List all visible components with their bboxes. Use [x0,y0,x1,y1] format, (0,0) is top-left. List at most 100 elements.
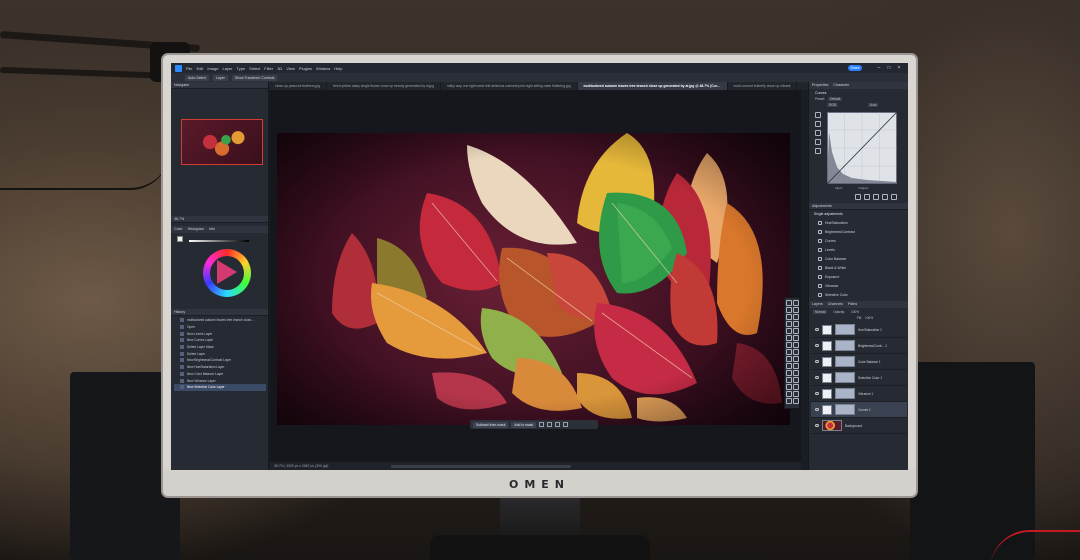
subtract-from-mask-button[interactable]: Subtract from mask [473,421,509,428]
history-brush-tool-icon[interactable] [786,356,792,362]
document-tab[interactable]: milky way one light meat shit delicious … [441,82,578,90]
color-triangle[interactable] [217,260,237,284]
brush-tool-icon[interactable] [786,342,792,348]
menu-file[interactable]: File [186,66,192,71]
adjustment-item[interactable]: Curves [813,236,905,245]
tab-paths[interactable]: Paths [848,301,857,308]
mask-options-icon[interactable] [539,422,545,427]
adjustment-item[interactable]: Vibrance [813,282,905,291]
patch-tool-icon[interactable] [793,335,799,341]
eyedropper-tool-icon[interactable] [786,328,792,334]
pencil-tool-icon[interactable] [793,342,799,348]
menu-layer[interactable]: Layer [222,66,232,71]
crop-tool-icon[interactable] [786,321,792,327]
tab-layers[interactable]: Layers [812,301,823,308]
history-item[interactable]: New Vibrance Layer [174,377,266,384]
frame-tool-icon[interactable] [793,321,799,327]
history-item[interactable]: Delete Layer Mask [174,344,266,351]
menu-edit[interactable]: Edit [196,66,203,71]
tab-histogram[interactable]: Histogram [188,226,204,233]
menu-image[interactable]: Image [207,66,218,71]
tab-properties[interactable]: Properties [812,82,828,89]
tab-color[interactable]: Color [174,226,183,233]
eye-icon[interactable] [815,392,819,395]
history-item[interactable]: Open [174,324,266,331]
layer-mask-thumbnail[interactable] [835,372,855,383]
document-tab[interactable]: multi colored butterfly close up vibrant [728,82,798,90]
menu-select[interactable]: Select [249,66,260,71]
eye-icon[interactable] [815,344,819,347]
eye-icon[interactable] [815,360,819,363]
layer-row[interactable]: Hue/Saturation 1 [811,322,907,338]
clone-stamp-tool-icon[interactable] [786,349,792,355]
menu-filter[interactable]: Filter [264,66,273,71]
eraser-tool-icon[interactable] [793,356,799,362]
pattern-stamp-tool-icon[interactable] [793,349,799,355]
brightness-slider[interactable] [189,240,249,242]
menu-window[interactable]: Window [316,66,330,71]
document-tab[interactable]: fresh yellow daisy single flower close u… [327,82,442,90]
hand-tool-icon[interactable] [786,391,792,397]
reset-icon[interactable] [873,194,879,200]
menu-type[interactable]: Type [237,66,246,71]
background-color-icon[interactable] [793,398,799,404]
autumn-leaves-photo[interactable] [277,133,790,425]
visibility-icon[interactable] [882,194,888,200]
curve-pencil-icon[interactable] [815,148,821,154]
fill-value[interactable]: 100% [865,316,873,320]
auto-select-target-dropdown[interactable]: Layer [213,74,228,81]
adjustment-item[interactable]: Levels [813,245,905,254]
marquee-tool-icon[interactable] [786,307,792,313]
history-item[interactable]: Delete Layer [174,350,266,357]
adjustment-item[interactable]: Hue/Saturation [813,218,905,227]
history-item[interactable]: New Brightness/Contrast Layer [174,357,266,364]
menu-view[interactable]: View [286,66,295,71]
minimize-icon[interactable]: – [876,65,882,71]
artboard-tool-icon[interactable] [793,300,799,306]
layer-thumbnail[interactable] [822,420,842,431]
opacity-value[interactable]: 100% [851,310,859,314]
healing-brush-tool-icon[interactable] [786,335,792,341]
foreground-color-icon[interactable] [786,398,792,404]
ruler-tool-icon[interactable] [793,328,799,334]
layer-row[interactable]: Brightness/Contr... 1 [811,338,907,354]
layer-row[interactable]: Selective Color 1 [811,370,907,386]
layer-mask-thumbnail[interactable] [835,404,855,415]
tab-character[interactable]: Character [833,82,849,89]
add-to-mask-button[interactable]: Add to mask [511,421,537,428]
navigator-thumbnail[interactable] [181,119,263,165]
target-adjust-icon[interactable] [815,112,821,118]
eye-icon[interactable] [815,376,819,379]
eye-icon[interactable] [815,328,819,331]
canvas-area[interactable]: Subtract from mask Add to mask [270,90,801,462]
move-tool-icon[interactable] [786,300,792,306]
history-item[interactable]: New Curves Layer [174,337,266,344]
layer-row[interactable]: Vibrance 1 [811,386,907,402]
channel-dropdown[interactable]: RGB [827,103,838,107]
menu-help[interactable]: Help [334,66,342,71]
maximize-icon[interactable]: □ [886,65,892,71]
eye-icon[interactable] [815,424,819,427]
menu-plugins[interactable]: Plugins [299,66,312,71]
clip-to-layer-icon[interactable] [855,194,861,200]
document-tab[interactable]: multicolored autumn leaves tree branch c… [577,82,728,90]
zoom-tool-icon[interactable] [793,391,799,397]
document-tab[interactable]: close-up peacock feathers.jpg [269,82,328,90]
black-point-eyedropper-icon[interactable] [815,121,821,127]
gray-point-eyedropper-icon[interactable] [815,130,821,136]
history-item[interactable]: New Levels Layer [174,330,266,337]
layer-row[interactable]: Color Balance 1 [811,354,907,370]
gradient-tool-icon[interactable] [786,363,792,369]
lasso-tool-icon[interactable] [793,307,799,313]
history-item[interactable]: New Hue/Saturation Layer [174,364,266,371]
eye-icon[interactable] [815,408,819,411]
history-item[interactable]: New Color Balance Layer [174,371,266,378]
paint-bucket-tool-icon[interactable] [793,363,799,369]
shape-tool-icon[interactable] [793,384,799,390]
adjustment-item[interactable]: Black & White [813,263,905,272]
type-tool-icon[interactable] [793,377,799,383]
object-select-tool-icon[interactable] [793,314,799,320]
close-icon[interactable]: × [896,65,902,71]
auto-button[interactable]: Auto [867,103,879,107]
history-item[interactable]: multicolored autumn leaves tree branch c… [174,317,266,324]
